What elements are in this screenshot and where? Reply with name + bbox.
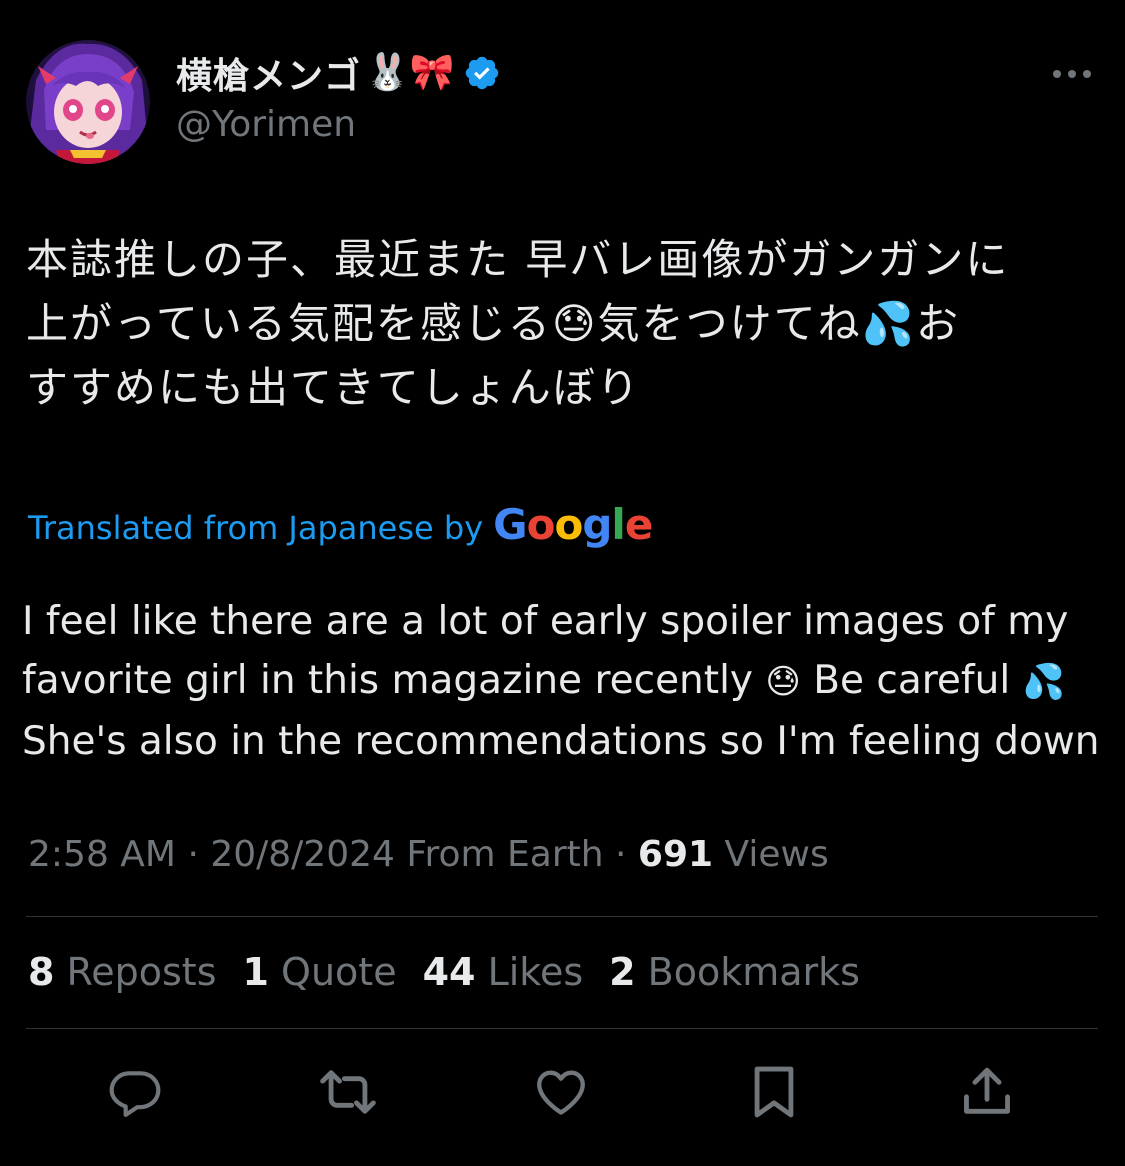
verified-badge-icon: [465, 56, 498, 90]
likes-stat[interactable]: 44 Likes: [423, 950, 584, 994]
engagement-stats: 8 Reposts 1 Quote 44 Likes 2 Bookmarks: [28, 950, 860, 994]
display-name[interactable]: 横槍メンゴ: [176, 47, 361, 99]
translation-text: I feel like there are a lot of early spo…: [22, 592, 1102, 771]
translation-segment: favorite girl in this magazine recently: [22, 658, 753, 703]
tweet-date[interactable]: 20/8/2024: [210, 834, 395, 875]
translation-attribution[interactable]: Translated from Japanese by Google: [28, 500, 653, 549]
tweet-text-line: 本誌推しの子、最近また 早バレ画像がガンガンに: [26, 235, 1010, 284]
tweet-text-line: 上がっている気配を感じる😓気をつけてね💦お: [26, 299, 960, 348]
author-info: 横槍メンゴ 🐰🎀 @Yorimen: [176, 48, 501, 145]
tweet-header: 横槍メンゴ 🐰🎀 @Yorimen: [26, 40, 1100, 165]
translation-line: I feel like there are a lot of early spo…: [22, 599, 1069, 644]
more-options-button[interactable]: [1044, 62, 1100, 86]
views-label: Views: [724, 834, 829, 875]
repost-button[interactable]: [316, 1060, 380, 1124]
reply-icon: [109, 1071, 161, 1117]
tweet-meta: 2:58 AM · 20/8/2024 From Earth · 691 Vie…: [28, 834, 829, 875]
heart-icon: [537, 1070, 585, 1115]
like-button[interactable]: [529, 1060, 593, 1124]
tweet-actions: [0, 1060, 1125, 1124]
display-name-row: 横槍メンゴ 🐰🎀: [176, 48, 501, 98]
name-emojis: 🐰🎀: [365, 52, 455, 93]
bookmarks-stat[interactable]: 2 Bookmarks: [609, 950, 860, 994]
translation-line: She's also in the recommendations so I'm…: [22, 719, 1100, 764]
divider: [26, 916, 1098, 917]
quotes-stat[interactable]: 1 Quote: [243, 950, 397, 994]
views-count: 691: [637, 834, 714, 875]
reposts-stat[interactable]: 8 Reposts: [28, 950, 217, 994]
share-button[interactable]: [955, 1060, 1019, 1124]
translated-label[interactable]: Translated from Japanese by: [28, 509, 483, 547]
avatar[interactable]: [26, 40, 150, 164]
tweet-text: 本誌推しの子、最近また 早バレ画像がガンガンに 上がっている気配を感じる😓気をつ…: [26, 228, 1100, 420]
share-icon: [964, 1067, 1010, 1114]
bookmark-button[interactable]: [742, 1060, 806, 1124]
divider: [26, 1028, 1098, 1029]
user-handle[interactable]: @Yorimen: [176, 104, 501, 145]
tweet-time[interactable]: 2:58 AM: [28, 834, 176, 875]
sweat-droplets-emoji: 💦: [1022, 662, 1065, 702]
tweet-location: From Earth: [406, 834, 604, 875]
google-logo: Google: [493, 500, 653, 549]
repost-icon: [320, 1070, 376, 1114]
more-horizontal-icon: [1053, 70, 1061, 78]
downcast-sweat-emoji: 😓: [765, 662, 801, 702]
translation-segment: Be careful: [813, 658, 1011, 703]
tweet-text-line: すすめにも出てきてしょんぼり: [26, 363, 641, 412]
reply-button[interactable]: [103, 1060, 167, 1124]
translation-line: favorite girl in this magazine recently …: [22, 651, 1102, 712]
bookmark-icon: [754, 1066, 794, 1118]
